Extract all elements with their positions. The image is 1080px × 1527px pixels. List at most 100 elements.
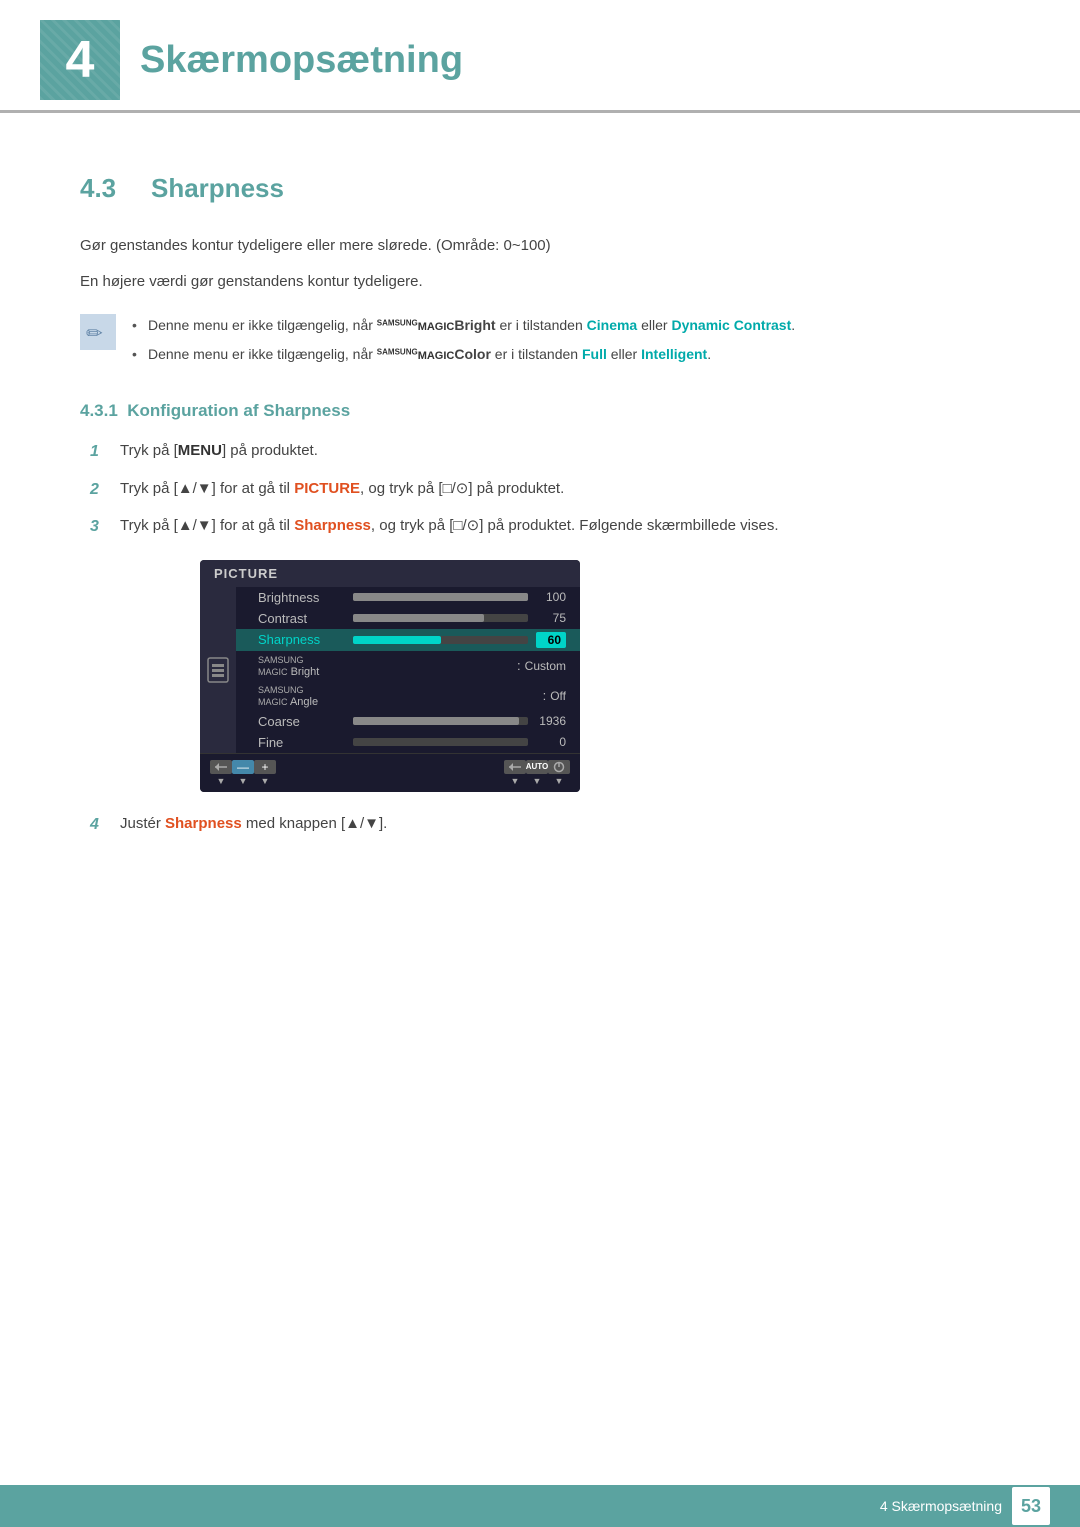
section-title: Sharpness bbox=[151, 173, 284, 204]
bottom-btn-minus: — ▼ bbox=[232, 760, 254, 786]
bottom-btn-auto: AUTO ▼ bbox=[526, 760, 548, 786]
row-bar-brightness bbox=[353, 593, 528, 601]
monitor-row-brightness: Brightness 100 bbox=[236, 587, 580, 608]
row-bar-fill-contrast bbox=[353, 614, 484, 622]
row-bar-fine bbox=[353, 738, 528, 746]
row-bar-coarse bbox=[353, 717, 528, 725]
minus-symbol: — bbox=[237, 760, 249, 774]
page-wrapper: 4 Skærmopsætning 4.3 Sharpness Gør genst… bbox=[0, 0, 1080, 930]
row-colon-magic-bright: : bbox=[517, 658, 521, 673]
step-3-text: Tryk på [▲/▼] for at gå til Sharpness, o… bbox=[120, 514, 779, 538]
step-3-num: 3 bbox=[90, 514, 110, 540]
full-text: Full bbox=[582, 346, 607, 362]
step-2: 2 Tryk på [▲/▼] for at gå til PICTURE, o… bbox=[90, 477, 1000, 503]
bottom-btn-plus-label: ▼ bbox=[261, 776, 270, 786]
dynamic-contrast-text: Dynamic Contrast bbox=[671, 317, 791, 333]
step-2-num: 2 bbox=[90, 477, 110, 503]
plus-icon: + bbox=[254, 760, 276, 774]
monitor-menu-bar: PICTURE bbox=[200, 560, 580, 587]
row-value-coarse: 1936 bbox=[536, 714, 566, 728]
chapter-number: 4 bbox=[40, 20, 120, 100]
step-1-num: 1 bbox=[90, 439, 110, 465]
monitor-row-coarse: Coarse 1936 bbox=[236, 711, 580, 732]
page-footer: 4 Skærmopsætning 53 bbox=[0, 1485, 1080, 1527]
bottom-btn-back: ▼ bbox=[210, 760, 232, 786]
auto-label: AUTO bbox=[526, 762, 549, 771]
footer-page-number: 53 bbox=[1012, 1487, 1050, 1525]
minus-icon: — bbox=[232, 760, 254, 774]
row-bar-sharpness bbox=[353, 636, 528, 644]
note-item-2: Denne menu er ikke tilgængelig, når SAMS… bbox=[132, 343, 795, 366]
steps-list: 1 Tryk på [MENU] på produktet. 2 Tryk på… bbox=[90, 439, 1000, 540]
bottom-btn-enter-label: ▼ bbox=[511, 776, 520, 786]
steps-list-4: 4 Justér Sharpness med knappen [▲/▼]. bbox=[90, 812, 1000, 838]
section-number: 4.3 bbox=[80, 173, 135, 204]
row-label-contrast: Contrast bbox=[250, 611, 345, 626]
body-text-2: En højere værdi gør genstandens kontur t… bbox=[80, 270, 1000, 294]
step-3: 3 Tryk på [▲/▼] for at gå til Sharpness,… bbox=[90, 514, 1000, 540]
pencil-svg: ✏ bbox=[80, 314, 116, 350]
auto-icon: AUTO bbox=[526, 760, 548, 774]
picture-text: PICTURE bbox=[294, 480, 360, 497]
note-icon: ✏ bbox=[80, 314, 116, 350]
samsung-magic-color-label: SAMSUNGMAGIC bbox=[377, 350, 455, 362]
monitor-icon-panel bbox=[200, 587, 236, 753]
row-bar-fill-sharpness bbox=[353, 636, 440, 644]
chapter-number-text: 4 bbox=[66, 30, 95, 90]
enter-icon bbox=[504, 760, 526, 774]
step-2-text: Tryk på [▲/▼] for at gå til PICTURE, og … bbox=[120, 477, 564, 501]
bottom-btn-power-label: ▼ bbox=[555, 776, 564, 786]
sharpness-text-step3: Sharpness bbox=[294, 517, 371, 534]
step-4-text: Justér Sharpness med knappen [▲/▼]. bbox=[120, 812, 387, 836]
section-heading: 4.3 Sharpness bbox=[80, 173, 1000, 204]
row-option-magic-angle: Off bbox=[550, 689, 566, 703]
row-label-brightness: Brightness bbox=[250, 590, 345, 605]
monitor-bottom-bar: ▼ — ▼ + ▼ bbox=[200, 753, 580, 792]
monitor-row-sharpness: Sharpness 60 bbox=[236, 629, 580, 651]
note-item-1: Denne menu er ikke tilgængelig, når SAMS… bbox=[132, 314, 795, 337]
row-label-coarse: Coarse bbox=[250, 714, 345, 729]
row-label-fine: Fine bbox=[250, 735, 345, 750]
subsection-number: 4.3.1 bbox=[80, 401, 118, 420]
monitor-screenshot: PICTURE Brightness bbox=[200, 560, 580, 792]
content-area: 4.3 Sharpness Gør genstandes kontur tyde… bbox=[0, 153, 1080, 930]
monitor-row-fine: Fine 0 bbox=[236, 732, 580, 753]
bottom-btn-minus-label: ▼ bbox=[239, 776, 248, 786]
row-value-fine: 0 bbox=[536, 735, 566, 749]
step-4: 4 Justér Sharpness med knappen [▲/▼]. bbox=[90, 812, 1000, 838]
cinema-text: Cinema bbox=[587, 317, 638, 333]
bottom-btn-plus: + ▼ bbox=[254, 760, 276, 786]
bottom-btn-power: ▼ bbox=[548, 760, 570, 786]
step-4-num: 4 bbox=[90, 812, 110, 838]
power-icon bbox=[548, 760, 570, 774]
bottom-btn-enter: ▼ bbox=[504, 760, 526, 786]
row-label-magic-bright: SAMSUNGMAGIC Bright bbox=[250, 654, 517, 678]
subsection-heading: 4.3.1 Konfiguration af Sharpness bbox=[80, 401, 1000, 421]
monitor-rows-wrapper: Brightness 100 Contrast 75 bbox=[200, 587, 580, 753]
row-option-magic-bright: Custom bbox=[525, 659, 566, 673]
body-text-1: Gør genstandes kontur tydeligere eller m… bbox=[80, 234, 1000, 258]
monitor-menu-title: PICTURE bbox=[214, 566, 278, 581]
sharpness-text-step4: Sharpness bbox=[165, 815, 242, 832]
row-value-contrast: 75 bbox=[536, 611, 566, 625]
row-value-brightness: 100 bbox=[536, 590, 566, 604]
row-label-sharpness: Sharpness bbox=[250, 632, 345, 647]
footer-section-label: 4 Skærmopsætning bbox=[880, 1498, 1002, 1514]
intelligent-text: Intelligent bbox=[641, 346, 707, 362]
row-bar-fill-brightness bbox=[353, 593, 528, 601]
row-value-sharpness: 60 bbox=[536, 632, 566, 648]
step-1-text: Tryk på [MENU] på produktet. bbox=[120, 439, 318, 463]
samsung-magic-bright-label: SAMSUNGMAGIC bbox=[377, 321, 455, 333]
note-list: Denne menu er ikke tilgængelig, når SAMS… bbox=[132, 314, 795, 371]
subsection-title: Konfiguration af Sharpness bbox=[127, 401, 350, 420]
bottom-btn-auto-label: ▼ bbox=[533, 776, 542, 786]
monitor-row-contrast: Contrast 75 bbox=[236, 608, 580, 629]
chapter-header: 4 Skærmopsætning bbox=[0, 0, 1080, 113]
monitor-row-magic-angle: SAMSUNGMAGIC Angle : Off bbox=[236, 681, 580, 711]
monitor-row-magic-bright: SAMSUNGMAGIC Bright : Custom bbox=[236, 651, 580, 681]
row-colon-magic-angle: : bbox=[543, 688, 547, 703]
svg-text:✏: ✏ bbox=[86, 323, 103, 345]
monitor-icon-svg bbox=[206, 656, 230, 684]
note-box: ✏ Denne menu er ikke tilgængelig, når SA… bbox=[80, 314, 1000, 371]
menu-bold: MENU bbox=[178, 442, 222, 459]
